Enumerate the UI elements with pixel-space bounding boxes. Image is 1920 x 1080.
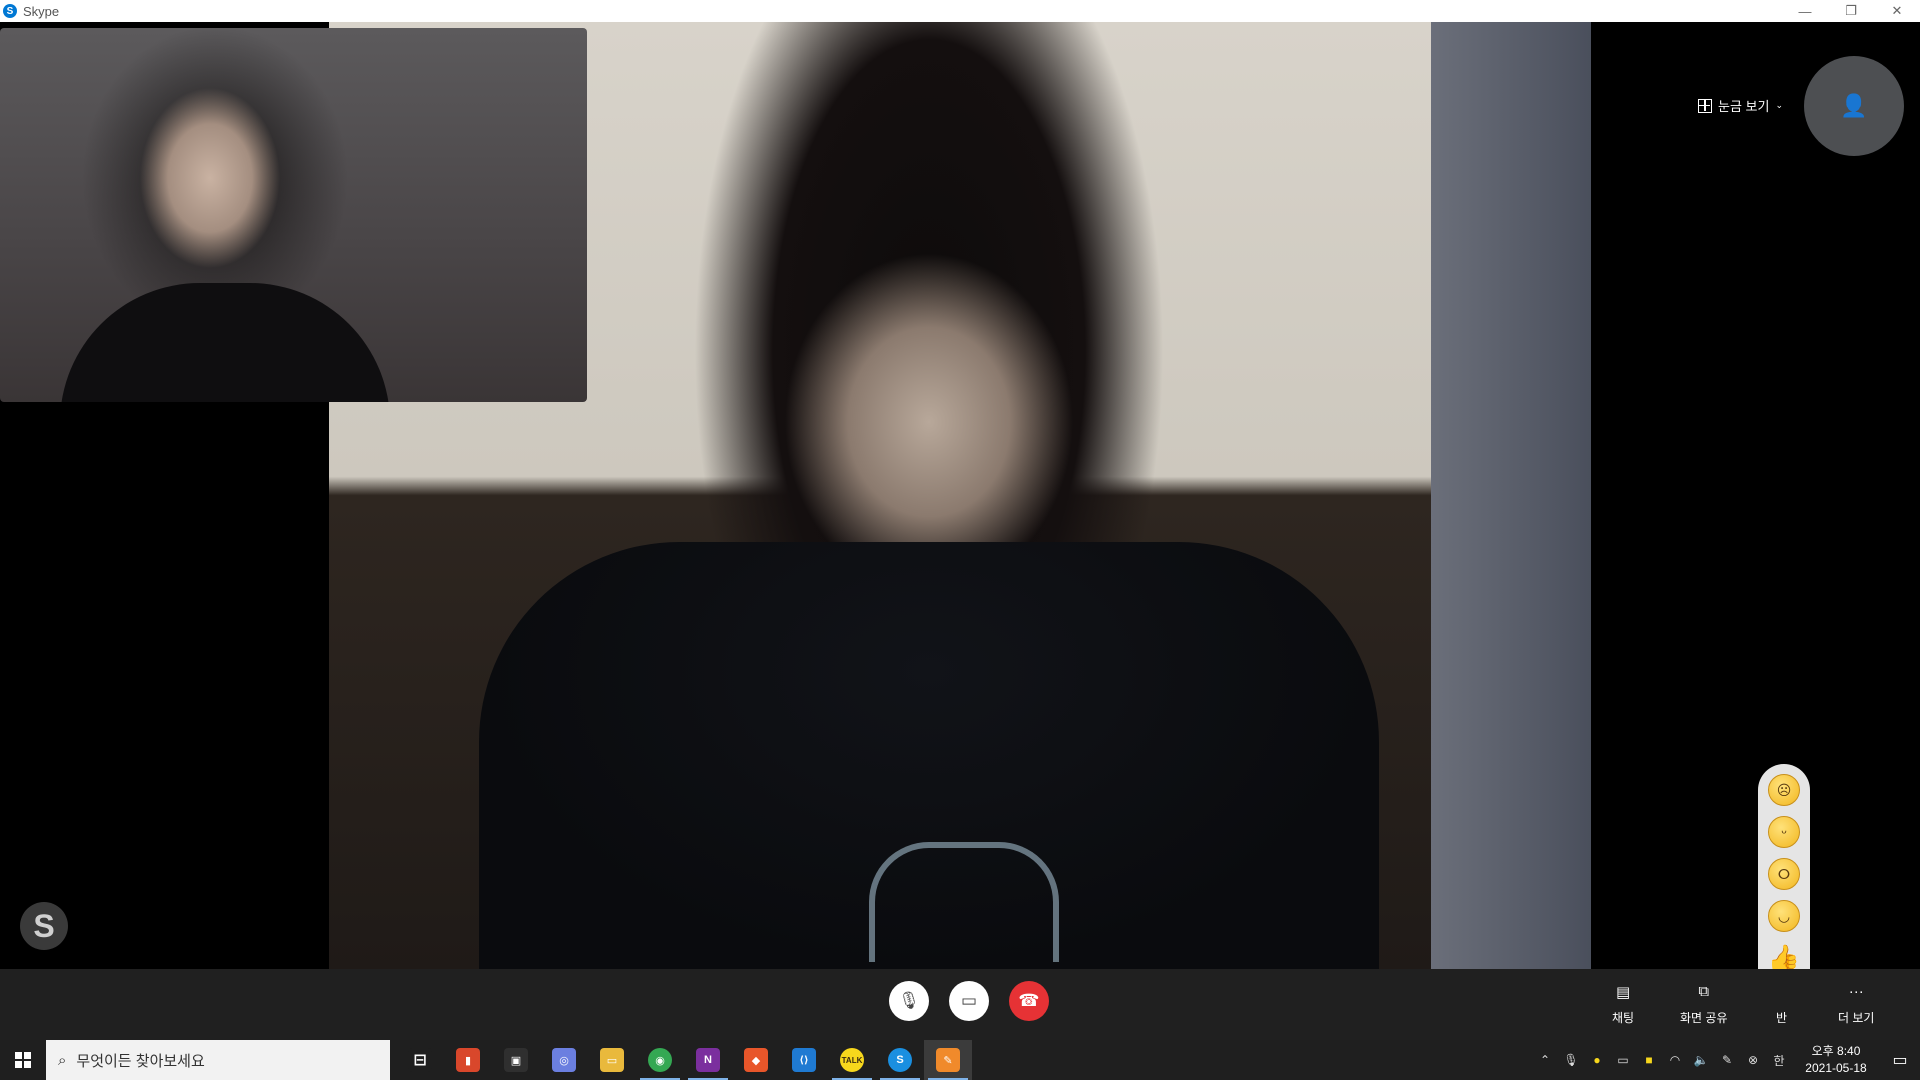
self-video-preview[interactable] — [0, 28, 587, 402]
call-controls-bar: 🎙 ▭ ☎ ▤ 채팅 ⧉ 화면 공유 반 ··· 더 보기 — [0, 969, 1920, 1040]
more-button[interactable]: ··· 더 보기 — [1838, 983, 1874, 1026]
app-orange-icon: ◆ — [744, 1048, 768, 1072]
pen-icon[interactable]: ✎ — [1714, 1040, 1740, 1080]
wifi-icon[interactable]: ◠ — [1662, 1040, 1688, 1080]
vscode-icon: ⟨⟩ — [792, 1048, 816, 1072]
file-explorer-icon: ▭ — [600, 1048, 624, 1072]
dismiss-tray-icon[interactable]: ⊗ — [1740, 1040, 1766, 1080]
microphone-tray-icon[interactable]: 🎙 — [1558, 1040, 1584, 1080]
window-title: Skype — [23, 3, 60, 19]
add-person-button[interactable]: 👤 — [1804, 56, 1904, 156]
taskbar-app-red[interactable]: ▮ — [444, 1040, 492, 1080]
sad-emoji-icon[interactable]: ☹ — [1768, 774, 1800, 806]
surprised-emoji-icon[interactable]: ⵔ — [1768, 858, 1800, 890]
taskbar-clock[interactable]: 오후 8:40 2021-05-18 — [1792, 1043, 1880, 1077]
skype-watermark-icon: S — [20, 902, 68, 950]
taskbar-paint[interactable]: ✎ — [924, 1040, 972, 1080]
system-tray: ⌃ 🎙 ● ▭ ■ ◠ 🔈 ✎ ⊗ 한 오후 8:40 2021-05-18 ▭ — [1532, 1040, 1920, 1080]
taskbar-chrome[interactable]: ◉ — [636, 1040, 684, 1080]
close-button[interactable]: ✕ — [1874, 0, 1920, 22]
shirt-print — [869, 842, 1059, 962]
notification-center-icon[interactable]: ▭ — [1880, 1040, 1920, 1080]
hang-up-icon: ☎ — [1018, 991, 1040, 1010]
volume-icon[interactable]: 🔈 — [1688, 1040, 1714, 1080]
hang-up-button[interactable]: ☎ — [1009, 981, 1049, 1021]
chevron-down-icon: ⌄ — [1775, 100, 1783, 110]
task-view-button[interactable]: ⊟ — [396, 1040, 444, 1080]
taskbar-app-blue[interactable]: ◎ — [540, 1040, 588, 1080]
taskbar-app-orange[interactable]: ◆ — [732, 1040, 780, 1080]
react-button[interactable]: 반 — [1776, 983, 1787, 1026]
react-label: 반 — [1776, 1011, 1788, 1025]
chat-icon: ▤ — [1615, 984, 1631, 1001]
skype-taskbar-icon: S — [888, 1048, 912, 1072]
kakaotalk-icon: TALK — [840, 1048, 864, 1072]
video-camera-icon: ▭ — [960, 991, 978, 1010]
task-view-icon: ⊟ — [408, 1048, 432, 1072]
windows-taskbar: ⌕ 무엇이든 찾아보세요 ⊟ ▮ ▣ ◎ ▭ ◉ N ◆ ⟨⟩ TALK S ✎… — [0, 1040, 1920, 1080]
clock-date: 2021-05-18 — [1805, 1061, 1867, 1075]
store-icon: ▣ — [504, 1048, 528, 1072]
call-stage: S 눈금 보기 ⌄ 👤 ☹ ᵕ ⵔ ◡ 👍 ♥ — [0, 22, 1920, 1036]
search-icon: ⌕ — [58, 1051, 67, 1069]
taskbar-search[interactable]: ⌕ 무엇이든 찾아보세요 — [46, 1040, 390, 1080]
taskbar-vscode[interactable]: ⟨⟩ — [780, 1040, 828, 1080]
clock-time: 오후 8:40 — [1811, 1044, 1861, 1058]
skype-logo-icon: S — [3, 4, 17, 18]
share-screen-label: 화면 공유 — [1680, 1011, 1728, 1025]
video-button[interactable]: ▭ — [949, 981, 989, 1021]
ime-indicator[interactable]: 한 — [1766, 1040, 1792, 1080]
laugh-emoji-icon[interactable]: ◡ — [1768, 900, 1800, 932]
start-button[interactable] — [0, 1040, 46, 1080]
taskbar-file-explorer[interactable]: ▭ — [588, 1040, 636, 1080]
share-screen-button[interactable]: ⧉ 화면 공유 — [1680, 983, 1728, 1026]
self-person-body — [60, 283, 390, 402]
app-blue-icon: ◎ — [552, 1048, 576, 1072]
taskbar-kakaotalk[interactable]: TALK — [828, 1040, 876, 1080]
battery-icon[interactable]: ▭ — [1610, 1040, 1636, 1080]
app-red-icon: ▮ — [456, 1048, 480, 1072]
search-placeholder: 무엇이든 찾아보세요 — [76, 1052, 205, 1070]
grid-icon — [1698, 98, 1712, 113]
chevron-up-icon[interactable]: ⌃ — [1532, 1040, 1558, 1080]
onenote-icon: N — [696, 1048, 720, 1072]
chat-label: 채팅 — [1612, 1011, 1635, 1025]
grid-view-button[interactable]: 눈금 보기 ⌄ — [1698, 96, 1783, 115]
taskbar-apps: ⊟ ▮ ▣ ◎ ▭ ◉ N ◆ ⟨⟩ TALK S ✎ — [396, 1040, 972, 1080]
sticky-note-icon[interactable]: ■ — [1636, 1040, 1662, 1080]
restore-button[interactable]: ❐ — [1828, 0, 1874, 22]
more-icon: ··· — [1848, 983, 1864, 1000]
window-controls: — ❐ ✕ — [1782, 0, 1920, 22]
taskbar-skype[interactable]: S — [876, 1040, 924, 1080]
yawn-emoji-icon[interactable]: ᵕ — [1768, 816, 1800, 848]
microphone-button[interactable]: 🎙 — [889, 981, 929, 1021]
chrome-icon: ◉ — [648, 1048, 672, 1072]
share-screen-icon: ⧉ — [1698, 983, 1710, 1000]
background-wall — [1431, 22, 1591, 969]
app-paint-icon: ✎ — [936, 1048, 960, 1072]
title-bar: S Skype — ❐ ✕ — [0, 0, 1920, 22]
kakaotalk-tray-icon[interactable]: ● — [1584, 1040, 1610, 1080]
minimize-button[interactable]: — — [1782, 0, 1828, 22]
grid-view-label: 눈금 보기 — [1718, 99, 1770, 114]
more-label: 더 보기 — [1838, 1011, 1875, 1025]
windows-logo-icon — [15, 1052, 31, 1068]
chat-button[interactable]: ▤ 채팅 — [1612, 983, 1634, 1026]
add-person-icon: 👤 — [1840, 93, 1868, 118]
taskbar-onenote[interactable]: N — [684, 1040, 732, 1080]
taskbar-store[interactable]: ▣ — [492, 1040, 540, 1080]
microphone-icon: 🎙 — [898, 991, 920, 1010]
